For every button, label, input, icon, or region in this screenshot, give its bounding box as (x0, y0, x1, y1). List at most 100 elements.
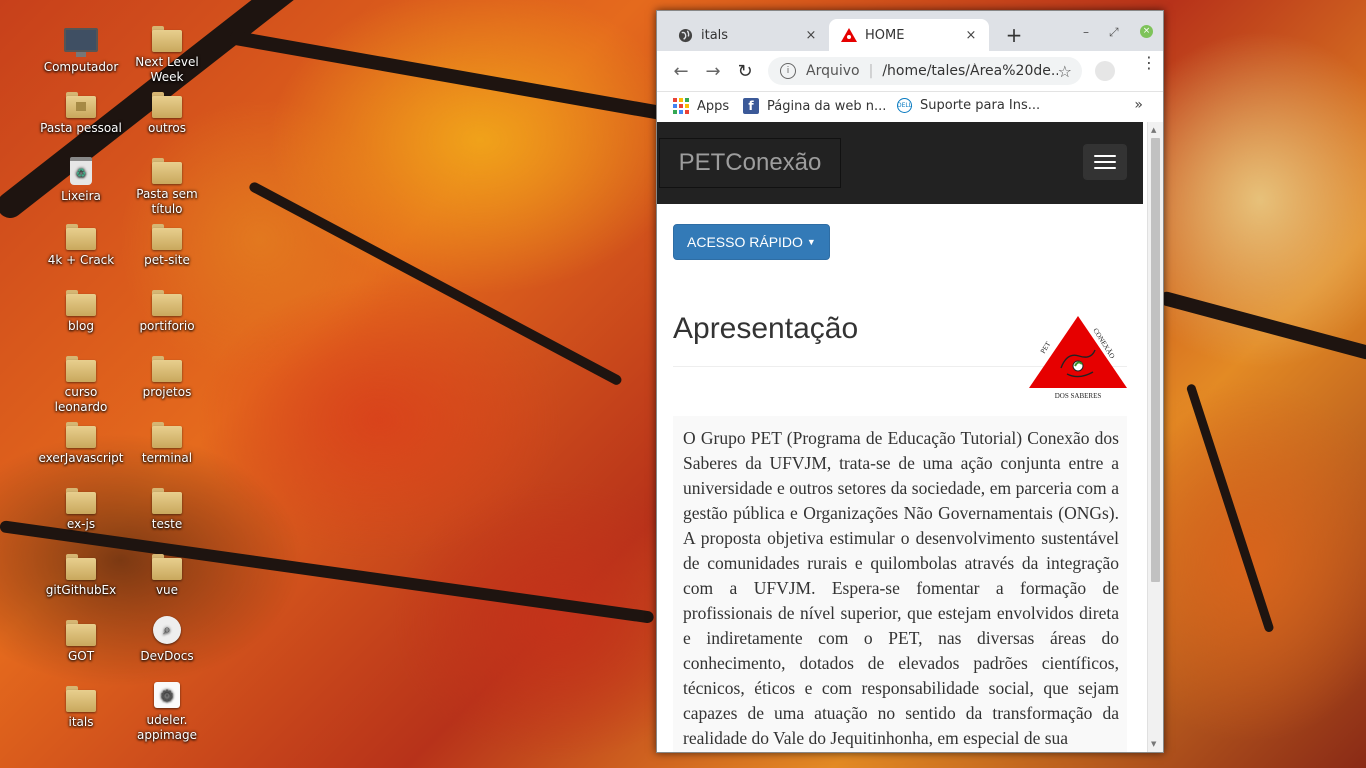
desktop-icon-terminal[interactable]: terminal (124, 416, 210, 466)
desktop-icon-devdocs[interactable]: ⌕ DevDocs (124, 614, 210, 664)
folder-icon (152, 92, 182, 118)
folder-icon (66, 554, 96, 580)
presentation-text: O Grupo PET (Programa de Educação Tutori… (683, 428, 1119, 748)
more-bookmarks-button[interactable]: » (1134, 97, 1143, 113)
scroll-down-icon[interactable]: ▼ (1151, 740, 1156, 748)
desktop-icon-label: vue (155, 583, 179, 597)
desktop-icon-lixeira[interactable]: ♻ Lixeira (38, 152, 124, 204)
folder-icon (66, 224, 96, 250)
scroll-up-icon[interactable]: ▲ (1151, 126, 1156, 134)
close-window-button[interactable]: × (1140, 25, 1153, 38)
menu-bar-icon (1094, 167, 1116, 169)
desktop-icon-label: Pasta pessoal (40, 121, 122, 135)
reload-button[interactable]: ↻ (735, 61, 755, 82)
bookmark-star-icon[interactable]: ☆ (1058, 62, 1072, 81)
tab-bar: itals × HOME × + – ⤢ × (657, 11, 1163, 51)
tab-itals[interactable]: itals × (665, 19, 829, 51)
desktop-icon-teste[interactable]: teste (124, 482, 210, 532)
folder-icon (152, 224, 182, 250)
desktop-icon-label: gitGithubEx (45, 583, 117, 597)
bookmark-facebook[interactable]: f Página da web n... (743, 98, 886, 114)
home-folder-icon (66, 92, 96, 118)
gear-icon: ⚙ (154, 682, 180, 708)
url-scheme-label: Arquivo (806, 63, 860, 79)
info-icon[interactable]: i (780, 63, 796, 79)
bookmark-label: Apps (697, 98, 730, 114)
desktop-icon-pasta-pessoal[interactable]: Pasta pessoal (38, 86, 124, 136)
caret-down-icon: ▼ (806, 237, 816, 247)
bookmark-dell-support[interactable]: DELL Suporte para Ins... (897, 98, 1040, 113)
apps-grid-icon (673, 98, 689, 114)
desktop-icon-vue[interactable]: vue (124, 548, 210, 598)
desktop-icon-label: exerJavascript (38, 451, 124, 465)
page-viewport: PETConexão ACESSO RÁPIDO ▼ Apresentação … (657, 122, 1163, 752)
desktop-icon-gitgithubex[interactable]: gitGithubEx (38, 548, 124, 598)
folder-icon (152, 26, 182, 52)
menu-bar-icon (1094, 155, 1116, 157)
page-scrollbar[interactable]: ▲ ▼ (1147, 122, 1163, 752)
desktop-icon-blog[interactable]: blog (38, 284, 124, 334)
bookmark-label: Página da web n... (767, 98, 887, 114)
desktop-icon-computador[interactable]: Computador (38, 20, 124, 75)
desktop-icon-label: Pasta sem título (136, 187, 198, 216)
desktop-icon-label: itals (68, 715, 94, 729)
wallpaper-branch (1185, 383, 1275, 634)
address-bar[interactable]: i Arquivo | /home/tales/Área%20de... ☆ (768, 57, 1082, 85)
desktop-icon-label: GOT (67, 649, 95, 663)
folder-icon (66, 488, 96, 514)
desktop-icon-label: Computador (43, 60, 119, 74)
desktop-icon-portiforio[interactable]: portiforio (124, 284, 210, 334)
folder-icon (152, 422, 182, 448)
desktop-icon-label: pet-site (144, 253, 190, 267)
devdocs-app-icon: ⌕ (153, 616, 181, 644)
folder-icon (66, 422, 96, 448)
bookmarks-bar: Apps f Página da web n... DELL Suporte p… (657, 92, 1163, 123)
desktop-icon-udeler-appimage[interactable]: ⚙ udeler. appimage (124, 680, 210, 743)
scroll-thumb[interactable] (1151, 138, 1160, 582)
menu-bar-icon (1094, 161, 1116, 163)
desktop-icon-label: terminal (141, 451, 193, 465)
wallpaper-branch (1158, 290, 1366, 361)
desktop-icon-label: blog (68, 319, 94, 333)
profile-avatar[interactable] (1095, 61, 1115, 81)
tab-title: HOME (865, 27, 905, 43)
desktop-icon-projetos[interactable]: projetos (124, 350, 210, 400)
bookmark-apps[interactable]: Apps (673, 98, 729, 114)
logo-text-saberes: DOS SABERES (1055, 392, 1102, 400)
facebook-icon: f (743, 98, 759, 114)
tab-title: itals (701, 27, 729, 43)
close-tab-icon[interactable]: × (803, 28, 819, 43)
desktop-icon-outros[interactable]: outros (124, 86, 210, 136)
back-button[interactable]: ← (671, 61, 691, 82)
close-tab-icon[interactable]: × (963, 28, 979, 43)
new-tab-button[interactable]: + (1002, 23, 1026, 47)
desktop-icon-exerjavascript[interactable]: exerJavascript (38, 416, 124, 466)
minimize-button[interactable]: – (1083, 25, 1089, 39)
hamburger-menu-button[interactable] (1083, 144, 1127, 180)
desktop-icon-itals[interactable]: itals (38, 680, 124, 730)
desktop-icon-next-level-week[interactable]: Next Level Week (124, 20, 210, 85)
desktop-icon-ex-js[interactable]: ex-js (38, 482, 124, 532)
restore-button[interactable]: ⤢ (1109, 25, 1119, 40)
desktop-icon-4k-crack[interactable]: 4k + Crack (38, 218, 124, 268)
desktop-icon-pasta-sem-titulo[interactable]: Pasta sem título (124, 152, 210, 217)
desktop-icon-pet-site[interactable]: pet-site (124, 218, 210, 268)
computer-icon (64, 28, 98, 52)
desktop-icon-got[interactable]: GOT (38, 614, 124, 664)
folder-icon (152, 554, 182, 580)
desktop-icon-label: udeler. appimage (137, 713, 197, 742)
browser-menu-button[interactable]: ⋮ (1141, 55, 1157, 71)
trash-icon: ♻ (70, 157, 92, 185)
desktop-icon-curso-leonardo[interactable]: curso leonardo (38, 350, 124, 415)
desktop-icon-label: outros (148, 121, 186, 135)
forward-button[interactable]: → (703, 61, 723, 82)
quick-access-dropdown-button[interactable]: ACESSO RÁPIDO ▼ (673, 224, 830, 260)
url-text[interactable]: /home/tales/Área%20de... (882, 63, 1057, 79)
wallpaper-branch (247, 180, 624, 387)
tab-home[interactable]: HOME × (829, 19, 989, 51)
site-brand-link[interactable]: PETConexão (659, 138, 841, 188)
pet-favicon-icon (841, 27, 857, 43)
wallpaper-branch (228, 30, 685, 124)
url-separator: | (868, 63, 874, 79)
desktop-icon-label: projetos (142, 385, 192, 399)
